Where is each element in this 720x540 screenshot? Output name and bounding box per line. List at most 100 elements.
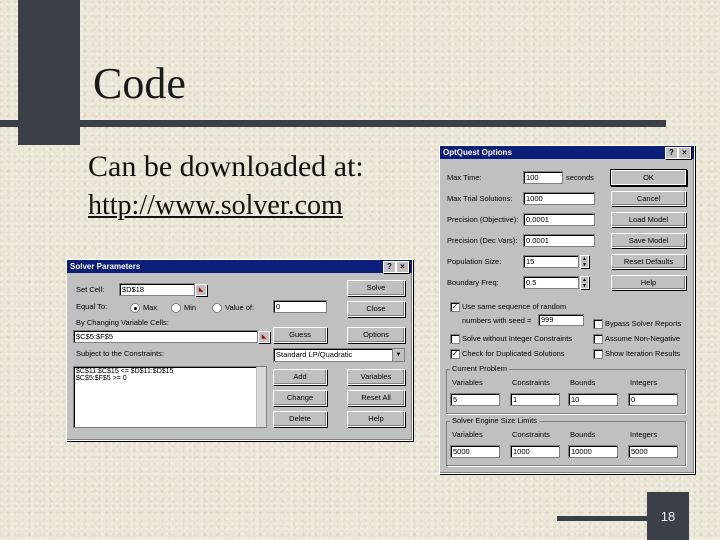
bypass-reports-label: Bypass Solver Reports [605,319,682,328]
cancel-button[interactable]: Cancel [611,191,686,206]
value-of-radio[interactable] [212,303,222,313]
solve-button[interactable]: Solve [347,280,405,296]
value-of-label: Value of: [225,303,255,312]
collapse-dialog-icon[interactable]: ◣ [258,331,270,343]
slide-title: Code [93,59,186,108]
current-variables-value: 5 [450,393,500,406]
equal-to-label: Equal To: [76,302,108,311]
limit-integers-value: 5000 [628,445,678,458]
guess-button[interactable]: Guess [273,327,327,343]
list-item[interactable]: $C$5:$F$5 >= 0 [76,375,264,382]
close-icon[interactable]: × [678,147,691,159]
options-button[interactable]: Options [347,327,405,343]
max-trial-solutions-field[interactable]: 1000 [523,192,595,205]
population-size-label: Population Size: [447,257,502,266]
boundary-spinner[interactable]: ▲ ▼ [580,276,589,289]
by-changing-label: By Changing Variable Cells: [76,318,169,327]
boundary-freq-label: Boundary Freq: [447,278,499,287]
set-cell-field[interactable]: $D$18 [119,283,195,296]
min-radio[interactable] [171,303,181,313]
min-radio-label: Min [184,303,197,312]
seed-label: numbers with seed = [462,316,532,325]
help-icon[interactable]: ? [383,261,396,273]
seconds-label: seconds [566,173,594,182]
column-header: Bounds [570,430,596,439]
check-duplicated-label: Check for Duplicated Solutions [462,349,565,358]
slide-subtitle: Can be downloaded at: [88,150,364,183]
limit-bounds-value: 10000 [568,445,618,458]
column-header: Variables [452,378,483,387]
close-icon[interactable]: × [396,261,409,273]
show-iteration-checkbox[interactable] [593,349,603,359]
current-problem-label: Current Problem [450,364,510,373]
bypass-reports-checkbox[interactable] [593,319,603,329]
collapse-dialog-icon[interactable]: ◣ [195,284,207,296]
help-button[interactable]: Help [347,411,405,427]
boundary-freq-field[interactable]: 0.5 [523,276,579,289]
column-header: Variables [452,430,483,439]
assume-non-negative-checkbox[interactable] [593,334,603,344]
same-sequence-label: Use same sequence of random [462,302,567,311]
precision-dec-vars-field[interactable]: 0.0001 [523,234,595,247]
scrollbar[interactable] [256,367,266,427]
constraints-list[interactable]: $C$11:$C$15 <= $D$11:$D$15 $C$5:$F$5 >= … [73,366,267,428]
max-time-field[interactable]: 100 [523,171,563,184]
delete-button[interactable]: Delete [273,411,327,427]
chevron-down-icon[interactable]: ▼ [392,349,404,361]
value-of-field[interactable]: 0 [273,300,327,313]
solver-dialog-titlebar: Solver Parameters ? × [67,260,412,273]
max-radio-label: Max [143,303,158,312]
limit-constraints-value: 1000 [510,445,560,458]
same-sequence-checkbox[interactable]: ✓ [450,302,460,312]
load-model-button[interactable]: Load Model [611,212,686,227]
limit-variables-value: 5000 [450,445,500,458]
list-item[interactable]: $C$11:$C$15 <= $D$11:$D$15 [76,368,264,375]
show-iteration-label: Show Iteration Results [605,349,681,358]
column-header: Integers [630,378,658,387]
max-trial-solutions-label: Max Trial Solutions: [447,194,513,203]
help-icon[interactable]: ? [665,147,678,159]
population-spinner[interactable]: ▲ ▼ [580,255,589,268]
check-duplicated-checkbox[interactable]: ✓ [450,349,460,359]
optquest-options-dialog: OptQuest Options ? × Max Time: 100 secon… [439,145,695,474]
current-bounds-value: 10 [568,393,618,406]
solve-without-integer-checkbox[interactable] [450,334,460,344]
solve-without-integer-label: Solve without Integer Constraints [462,334,573,343]
subject-to-label: Subject to the Constraints: [76,349,164,358]
variables-button[interactable]: Variables [347,369,405,385]
change-button[interactable]: Change [273,390,327,406]
max-time-label: Max Time: [447,173,482,182]
column-header: Integers [630,430,658,439]
page-number: 18 [647,492,689,540]
precision-objective-field[interactable]: 0.0001 [523,213,595,226]
current-constraints-value: 1 [510,393,560,406]
close-button[interactable]: Close [347,301,405,317]
reset-defaults-button[interactable]: Reset Defaults [611,254,686,269]
current-problem-group [446,369,686,414]
column-header: Bounds [570,378,596,387]
engine-select-value: Standard LP/Quadratic [276,350,353,359]
solver-parameters-dialog: Solver Parameters ? × Set Cell: $D$18 ◣ … [66,259,413,441]
set-cell-label: Set Cell: [76,285,105,294]
ok-button[interactable]: OK [611,170,686,185]
add-button[interactable]: Add [273,369,327,385]
decor-footer-rule [557,516,649,521]
population-size-field[interactable]: 15 [523,255,579,268]
optquest-dialog-titlebar: OptQuest Options ? × [440,146,694,159]
assume-non-negative-label: Assume Non-Negative [605,334,681,343]
precision-objective-label: Precision (Objective): [447,215,519,224]
max-radio[interactable] [130,303,140,313]
save-model-button[interactable]: Save Model [611,233,686,248]
size-limits-label: Solver Engine Size Limits [450,416,540,425]
decor-horizontal-rule [0,120,666,127]
size-limits-group [446,421,686,466]
column-header: Constraints [512,378,550,387]
seed-field[interactable]: 999 [538,314,584,326]
current-integers-value: 0 [628,393,678,406]
optquest-dialog-title: OptQuest Options [443,148,512,157]
engine-select[interactable]: Standard LP/Quadratic ▼ [273,348,405,362]
help-button[interactable]: Help [611,275,686,290]
download-link[interactable]: http://www.solver.com [88,190,343,222]
by-changing-field[interactable]: $C$5:$F$5 [73,330,258,343]
reset-all-button[interactable]: Reset All [347,390,405,406]
